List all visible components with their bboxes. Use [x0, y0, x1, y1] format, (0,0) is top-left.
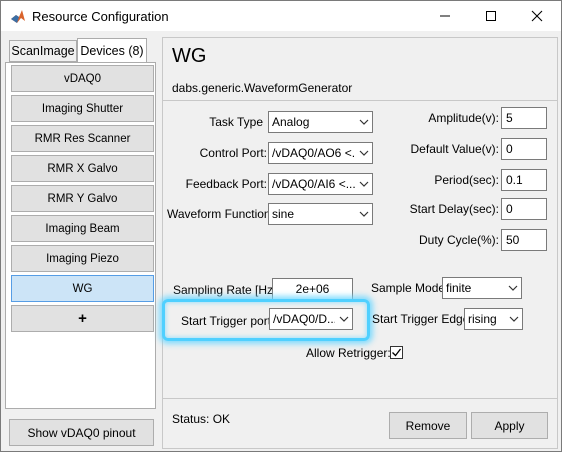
waveform-function-dropdown[interactable]: sine	[268, 203, 373, 225]
panel-title: WG	[172, 45, 207, 67]
matlab-icon	[11, 10, 25, 23]
chevron-down-icon	[335, 309, 352, 329]
maximize-button[interactable]	[468, 1, 514, 31]
add-device-button[interactable]: +	[11, 305, 154, 332]
allow-retrigger-label: Allow Retrigger:	[306, 346, 391, 360]
default-value-field[interactable]: 0	[501, 138, 547, 160]
sample-mode-label: Sample Mode:	[371, 281, 449, 295]
device-button-imaging-beam[interactable]: Imaging Beam	[11, 215, 154, 242]
footer-divider	[162, 398, 558, 399]
start-trigger-port-label: Start Trigger port:	[181, 314, 275, 328]
device-button-imaging-shutter[interactable]: Imaging Shutter	[11, 95, 154, 122]
task-type-dropdown[interactable]: Analog	[268, 111, 373, 133]
start-delay-label: Start Delay(sec):	[409, 202, 499, 216]
device-button-rmr-x-galvo[interactable]: RMR X Galvo	[11, 155, 154, 182]
checkmark-icon	[392, 348, 402, 357]
feedback-port-value: /vDAQ0/AI6 <...	[272, 177, 356, 191]
sampling-rate-value: 2e+06	[295, 282, 330, 296]
header-divider	[162, 100, 558, 101]
minimize-icon	[440, 15, 450, 17]
start-trigger-edge-dropdown[interactable]: rising	[464, 308, 523, 330]
tab-devices[interactable]: Devices (8)	[77, 38, 147, 62]
task-type-label: Task Type	[209, 115, 263, 129]
apply-button[interactable]: Apply	[471, 412, 548, 439]
waveform-function-value: sine	[272, 207, 295, 221]
sample-mode-value: finite	[446, 281, 472, 295]
amplitude-label: Amplitude(v):	[428, 111, 499, 125]
device-button-imaging-piezo[interactable]: Imaging Piezo	[11, 245, 154, 272]
device-button-wg[interactable]: WG	[11, 275, 154, 302]
remove-button[interactable]: Remove	[389, 412, 467, 439]
task-type-value: Analog	[272, 115, 310, 129]
window-title: Resource Configuration	[32, 9, 169, 24]
chevron-down-icon	[505, 309, 522, 329]
control-port-value: /vDAQ0/AO6 <...	[272, 146, 356, 160]
chevron-down-icon	[355, 143, 372, 163]
device-class-name: dabs.generic.WaveformGenerator	[172, 81, 353, 95]
title-bar: Resource Configuration	[1, 1, 561, 31]
default-value-value: 0	[506, 142, 513, 156]
control-port-dropdown[interactable]: /vDAQ0/AO6 <...	[268, 142, 373, 164]
chevron-down-icon	[504, 278, 521, 298]
show-pinout-button[interactable]: Show vDAQ0 pinout	[9, 419, 154, 446]
amplitude-value: 5	[506, 111, 513, 125]
maximize-icon	[486, 11, 496, 21]
default-value-label: Default Value(v):	[410, 142, 499, 156]
start-delay-value: 0	[506, 202, 513, 216]
device-button-rmr-res-scanner[interactable]: RMR Res Scanner	[11, 125, 154, 152]
amplitude-field[interactable]: 5	[501, 107, 547, 129]
device-button-rmr-y-galvo[interactable]: RMR Y Galvo	[11, 185, 154, 212]
sampling-rate-label: Sampling Rate [Hz]:	[173, 283, 280, 297]
waveform-function-label: Waveform Function:	[167, 207, 274, 221]
tab-scanimage[interactable]: ScanImage	[9, 40, 77, 62]
period-value: 0.1	[506, 173, 523, 187]
resource-configuration-window: Resource Configuration ScanImage Devices…	[0, 0, 562, 452]
allow-retrigger-checkbox[interactable]	[390, 346, 403, 359]
status-text: Status: OK	[172, 412, 231, 426]
start-trigger-port-dropdown[interactable]: /vDAQ0/D...	[269, 308, 353, 330]
device-button-vdaq0[interactable]: vDAQ0	[11, 65, 154, 92]
duty-cycle-value: 50	[506, 233, 520, 247]
minimize-button[interactable]	[422, 1, 468, 31]
duty-cycle-label: Duty Cycle(%):	[418, 233, 499, 247]
close-button[interactable]	[514, 1, 560, 31]
feedback-port-dropdown[interactable]: /vDAQ0/AI6 <...	[268, 173, 373, 195]
start-delay-field[interactable]: 0	[501, 198, 547, 220]
chevron-down-icon	[355, 174, 372, 194]
sample-mode-dropdown[interactable]: finite	[442, 277, 522, 299]
period-field[interactable]: 0.1	[501, 169, 547, 191]
start-trigger-port-value: /vDAQ0/D...	[273, 312, 335, 326]
period-label: Period(sec):	[434, 173, 499, 187]
close-icon	[531, 10, 543, 22]
start-trigger-edge-label: Start Trigger Edge:	[372, 312, 473, 326]
chevron-down-icon	[355, 112, 372, 132]
feedback-port-label: Feedback Port:	[185, 177, 267, 191]
start-trigger-edge-value: rising	[468, 312, 497, 326]
sampling-rate-field[interactable]: 2e+06	[272, 278, 353, 300]
chevron-down-icon	[355, 204, 372, 224]
duty-cycle-field[interactable]: 50	[501, 229, 547, 251]
control-port-label: Control Port:	[199, 146, 267, 160]
